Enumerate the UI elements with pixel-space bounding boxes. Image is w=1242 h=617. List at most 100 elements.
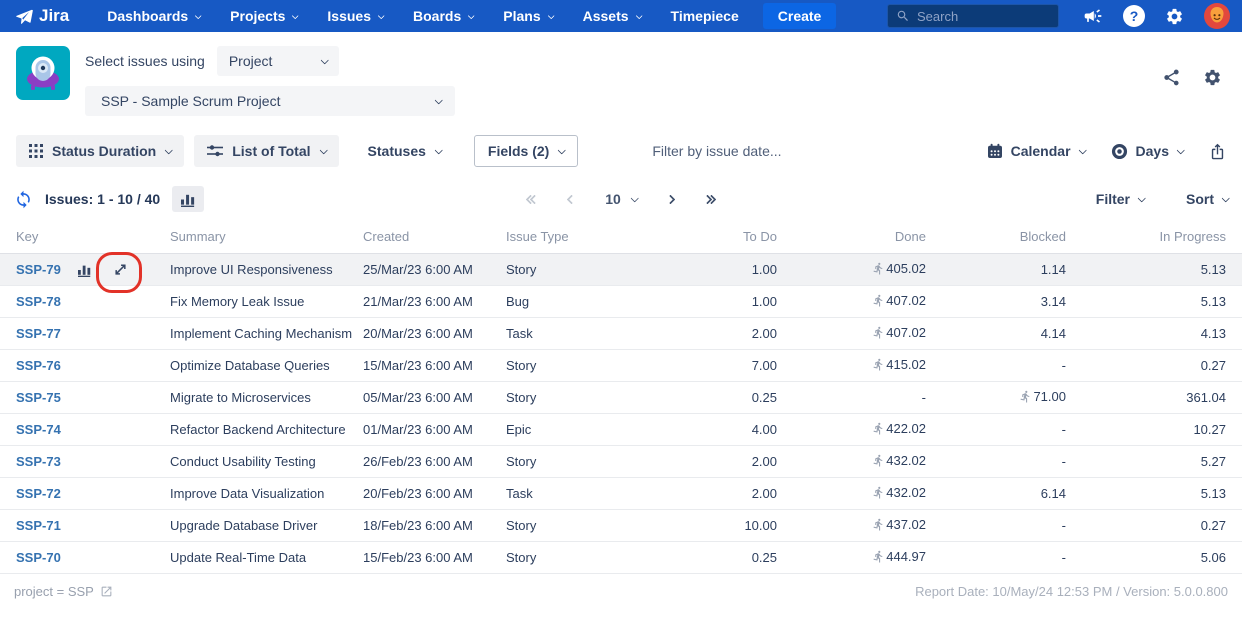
next-page-button[interactable] [665, 194, 676, 204]
unit-dropdown[interactable]: Days [1111, 143, 1185, 160]
statuses-dropdown[interactable]: Statuses [355, 135, 454, 167]
chevron-down-icon [434, 146, 443, 155]
nav-item[interactable]: Boards [413, 8, 475, 24]
share-icon[interactable] [1162, 68, 1181, 87]
user-avatar[interactable] [1204, 3, 1230, 29]
cell-summary: Conduct Usability Testing [170, 445, 363, 478]
search-input[interactable] [917, 8, 1037, 24]
external-link-icon[interactable] [100, 585, 113, 598]
cell-in-progress: 4.13 [1066, 317, 1242, 350]
filter-dropdown[interactable]: Filter [1096, 191, 1146, 207]
done-value: 407.02 [886, 325, 926, 340]
row-chart-icon[interactable] [77, 263, 93, 277]
jira-brand[interactable]: Jira [14, 6, 69, 26]
cell-todo: 2.00 [650, 477, 777, 510]
issue-key-link[interactable]: SSP-75 [16, 390, 61, 405]
col-header-blocked[interactable]: Blocked [926, 221, 1066, 254]
select-mode-dropdown[interactable]: Project [216, 46, 339, 76]
calendar-dropdown[interactable]: Calendar [987, 143, 1087, 159]
col-header-in-progress[interactable]: In Progress [1066, 221, 1242, 254]
table-row[interactable]: SSP-73 Conduct Usability Testing 26/Feb/… [0, 445, 1242, 478]
last-page-button[interactable] [702, 194, 717, 204]
gear-icon[interactable] [1165, 7, 1184, 26]
expand-icon[interactable] [113, 262, 128, 277]
search-box[interactable] [887, 4, 1059, 28]
page-footer: project = SSP Report Date: 10/May/24 12:… [0, 574, 1242, 609]
cell-issue-type: Task [506, 317, 650, 350]
done-runner-icon [872, 518, 885, 531]
project-dropdown[interactable]: SSP - Sample Scrum Project [85, 86, 455, 116]
col-header-done[interactable]: Done [777, 221, 926, 254]
report-type-dropdown[interactable]: Status Duration [16, 135, 185, 167]
table-row[interactable]: SSP-79 Improve UI Responsiveness 25/Mar/… [0, 253, 1242, 286]
done-runner-icon [872, 550, 885, 563]
cell-issue-type: Epic [506, 413, 650, 446]
jql-text: project = SSP [14, 584, 94, 599]
col-header-issue-type[interactable]: Issue Type [506, 221, 650, 254]
col-header-created[interactable]: Created [363, 221, 506, 254]
first-page-button[interactable] [525, 194, 540, 204]
nav-item[interactable]: Assets [583, 8, 643, 24]
table-row[interactable]: SSP-75 Migrate to Microservices 05/Mar/2… [0, 381, 1242, 414]
prev-page-button[interactable] [566, 194, 577, 204]
issues-table-body: SSP-79 Improve UI Responsiveness 25/Mar/… [0, 253, 1242, 574]
report-info: Report Date: 10/May/24 12:53 PM / Versio… [915, 584, 1228, 599]
megaphone-icon[interactable] [1083, 6, 1103, 26]
cell-issue-type: Story [506, 253, 650, 286]
view-mode-dropdown[interactable]: List of Total [194, 135, 339, 167]
cell-created: 26/Feb/23 6:00 AM [363, 445, 506, 478]
calendar-label: Calendar [1010, 143, 1071, 159]
nav-item[interactable]: Issues [327, 8, 385, 24]
cell-todo: 0.25 [650, 381, 777, 414]
table-row[interactable]: SSP-72 Improve Data Visualization 20/Feb… [0, 477, 1242, 510]
col-header-summary[interactable]: Summary [170, 221, 363, 254]
page-size-dropdown[interactable]: 10 [605, 191, 639, 207]
done-runner-icon [872, 454, 885, 467]
table-row[interactable]: SSP-77 Implement Caching Mechanism 20/Ma… [0, 317, 1242, 350]
table-row[interactable]: SSP-78 Fix Memory Leak Issue 21/Mar/23 6… [0, 285, 1242, 318]
select-mode-value: Project [228, 53, 273, 69]
issue-key-link[interactable]: SSP-71 [16, 518, 61, 533]
table-row[interactable]: SSP-71 Upgrade Database Driver 18/Feb/23… [0, 509, 1242, 542]
chart-view-button[interactable] [172, 186, 205, 212]
issue-key-link[interactable]: SSP-72 [16, 486, 61, 501]
create-button[interactable]: Create [762, 3, 837, 29]
cell-todo: 7.00 [650, 349, 777, 382]
chevron-down-icon [547, 11, 555, 19]
project-value: SSP - Sample Scrum Project [101, 93, 281, 109]
nav-item[interactable]: Timepiece [671, 8, 739, 24]
refresh-icon[interactable] [14, 190, 33, 209]
nav-item[interactable]: Plans [503, 8, 555, 24]
settings-gear-icon[interactable] [1203, 68, 1222, 87]
fields-dropdown[interactable]: Fields (2) [473, 135, 579, 167]
cell-issue-type: Story [506, 381, 650, 414]
table-row[interactable]: SSP-74 Refactor Backend Architecture 01/… [0, 413, 1242, 446]
chevron-down-icon [434, 96, 443, 105]
help-icon[interactable]: ? [1123, 5, 1145, 27]
issue-key-link[interactable]: SSP-73 [16, 454, 61, 469]
done-runner-icon [872, 326, 885, 339]
table-row[interactable]: SSP-76 Optimize Database Queries 15/Mar/… [0, 349, 1242, 382]
nav-item[interactable]: Dashboards [107, 8, 202, 24]
issue-date-filter[interactable]: Filter by issue date... [652, 143, 781, 159]
jira-logo-icon [14, 6, 34, 26]
nav-item-label: Plans [503, 8, 541, 24]
cell-in-progress: 10.27 [1066, 413, 1242, 446]
nav-item[interactable]: Projects [230, 8, 300, 24]
issue-key-link[interactable]: SSP-76 [16, 358, 61, 373]
app-header: Select issues using Project SSP - Sample… [0, 32, 1242, 125]
issue-key-link[interactable]: SSP-77 [16, 326, 61, 341]
col-header-key[interactable]: Key [0, 221, 170, 254]
table-row[interactable]: SSP-70 Update Real-Time Data 15/Feb/23 6… [0, 541, 1242, 574]
export-icon[interactable] [1209, 143, 1226, 160]
sort-dropdown[interactable]: Sort [1186, 191, 1230, 207]
issue-key-link[interactable]: SSP-74 [16, 422, 61, 437]
blocked-value: - [1061, 518, 1066, 533]
brand-label: Jira [39, 6, 70, 25]
col-header-todo[interactable]: To Do [650, 221, 777, 254]
chevron-down-icon [318, 146, 328, 155]
issue-key-link[interactable]: SSP-70 [16, 550, 61, 565]
issue-key-link[interactable]: SSP-79 [16, 262, 61, 277]
issue-key-link[interactable]: SSP-78 [16, 294, 61, 309]
chevron-down-icon [635, 11, 643, 19]
